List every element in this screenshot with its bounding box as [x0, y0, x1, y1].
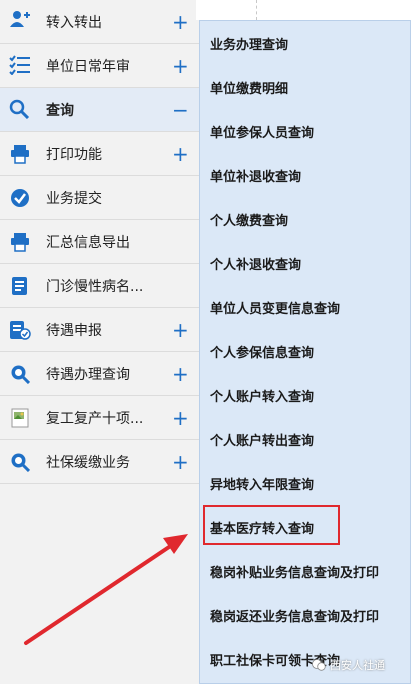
annotation-arrow: [24, 534, 188, 645]
watermark: 西安人社通: [312, 653, 385, 677]
watermark-text: 西安人社通: [330, 659, 385, 672]
wechat-icon: [312, 659, 326, 671]
